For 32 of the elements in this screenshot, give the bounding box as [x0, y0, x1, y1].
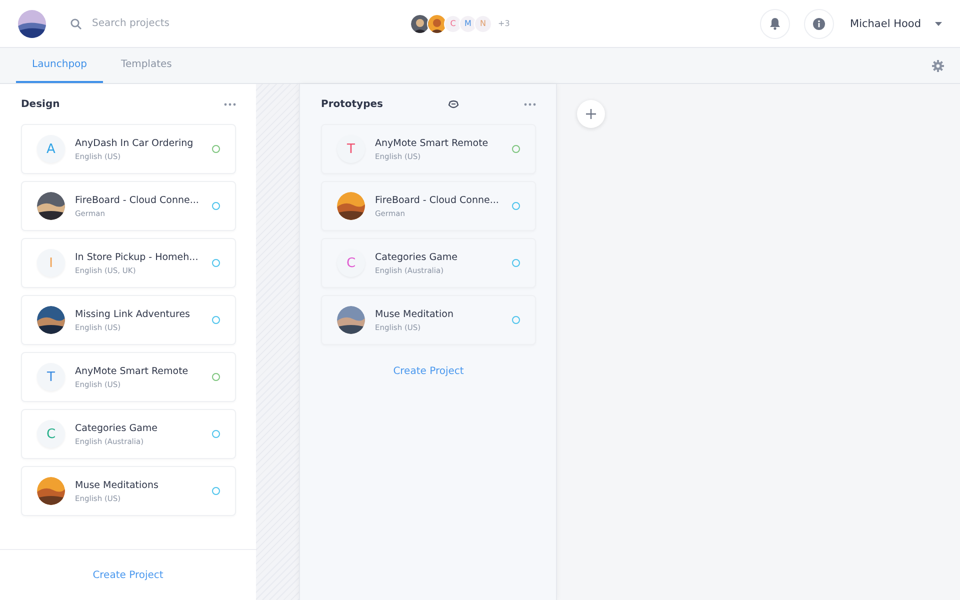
project-avatar: T	[337, 135, 365, 163]
project-avatar: C	[37, 420, 65, 448]
column-title: Prototypes	[321, 99, 383, 110]
logo-icon[interactable]	[18, 10, 46, 38]
more-icon[interactable]	[524, 103, 536, 106]
project-name: Categories Game	[375, 252, 459, 262]
project-name: Muse Meditation	[375, 308, 454, 320]
project-name: Missing Link Adventures	[75, 308, 192, 320]
project-name: In Store Pickup - Homeh...	[75, 252, 200, 262]
settings-icon[interactable]	[932, 60, 944, 72]
more-count: +3	[498, 19, 510, 28]
user-menu[interactable]: Michael Hood	[850, 18, 921, 30]
plus-icon	[586, 109, 596, 119]
project-name: FireBoard - Cloud Conne...	[75, 194, 200, 206]
column-title: Design	[21, 99, 60, 110]
project-name: Muse Meditations	[75, 480, 160, 490]
project-avatar: C	[337, 249, 365, 277]
add-column-button[interactable]	[577, 100, 605, 128]
bell-icon[interactable]	[760, 8, 790, 38]
caret-icon[interactable]	[935, 22, 942, 26]
info-icon[interactable]	[804, 8, 834, 38]
project-name: FireBoard - Cloud Conne...	[375, 194, 500, 206]
search-icon	[70, 18, 82, 30]
project-avatar: A	[37, 135, 65, 163]
project-name: AnyMote Smart Remote	[375, 138, 490, 148]
project-name: AnyMote Smart Remote	[75, 366, 190, 376]
project-avatar: I	[37, 249, 65, 277]
project-avatar: T	[37, 363, 65, 391]
project-name: AnyDash In Car Ordering	[75, 138, 194, 148]
search-field[interactable]: Search projects	[90, 16, 294, 31]
more-icon[interactable]	[224, 103, 236, 106]
project-name: Categories Game	[75, 422, 159, 434]
